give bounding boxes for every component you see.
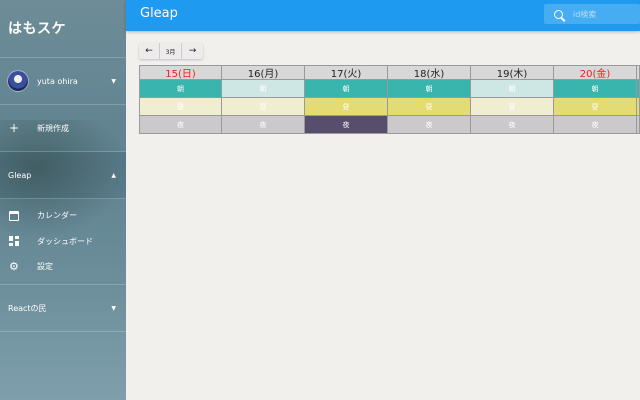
page-title: Gleap: [140, 6, 178, 21]
day-header: 15(日): [139, 65, 222, 80]
new-item-label: 新規作成: [37, 123, 69, 133]
search-input[interactable]: [573, 9, 633, 19]
chevron-down-icon: ▼: [111, 77, 116, 85]
shift-row: 昼昼昼昼昼昼: [139, 98, 640, 116]
sidebar-section-gleap[interactable]: Gleap ▲: [0, 152, 126, 199]
search-icon: [554, 9, 563, 19]
sidebar-item-label: カレンダー: [37, 211, 77, 221]
calendar-header-row: 15(日) 16(月) 17(火) 18(水) 19(木) 20(金): [139, 65, 640, 80]
app-brand[interactable]: はもスケ: [0, 0, 126, 58]
section-label: Reactの民: [8, 303, 47, 313]
sidebar-item-label: ダッシュボード: [37, 236, 93, 246]
gear-icon: ⚙: [9, 259, 19, 273]
calendar-icon: [9, 210, 19, 221]
shift-cell[interactable]: 昼: [471, 98, 554, 116]
shift-cell[interactable]: 昼: [388, 98, 471, 116]
avatar: [7, 70, 29, 92]
dashboard-icon: [9, 236, 19, 247]
shift-cell[interactable]: 昼: [139, 98, 222, 116]
shift-cell[interactable]: 夜: [222, 116, 305, 134]
sidebar: はもスケ yuta ohira ▼ + 新規作成 Gleap ▲ カレンダー ダ…: [0, 0, 126, 400]
shift-cell[interactable]: 朝: [388, 80, 471, 98]
shift-cell[interactable]: 朝: [139, 80, 222, 98]
chevron-down-icon: ▼: [111, 304, 116, 312]
user-name: yuta ohira: [37, 76, 78, 86]
sidebar-menu: カレンダー ダッシュボード ⚙ 設定: [0, 199, 126, 285]
shift-cell[interactable]: 昼: [305, 98, 388, 116]
sidebar-item-label: 設定: [37, 262, 53, 272]
chevron-up-icon: ▲: [111, 171, 116, 179]
sidebar-item-calendar[interactable]: カレンダー: [0, 203, 126, 229]
shift-row: 朝朝朝朝朝朝: [139, 80, 640, 98]
app-bar: Gleap: [126, 0, 640, 31]
day-header: 19(木): [471, 65, 554, 80]
shift-cell[interactable]: 昼: [554, 98, 637, 116]
day-header: 20(金): [554, 65, 637, 80]
sidebar-item-settings[interactable]: ⚙ 設定: [0, 254, 126, 280]
prev-month-button[interactable]: ←: [139, 43, 160, 59]
shift-row: 夜夜夜夜夜夜: [139, 116, 640, 134]
shift-cell[interactable]: 朝: [471, 80, 554, 98]
shift-calendar: 15(日) 16(月) 17(火) 18(水) 19(木) 20(金) 朝朝朝朝朝朝昼昼昼昼…: [139, 65, 640, 134]
shift-cell[interactable]: 朝: [305, 80, 388, 98]
shift-cell[interactable]: 朝: [554, 80, 637, 98]
sidebar-section-react[interactable]: Reactの民 ▼: [0, 285, 126, 332]
next-month-button[interactable]: →: [182, 43, 203, 59]
current-month[interactable]: 3月: [160, 43, 182, 59]
day-header: 16(月): [222, 65, 305, 80]
section-label: Gleap: [8, 170, 32, 180]
search-box[interactable]: [544, 4, 640, 24]
shift-cell[interactable]: 夜: [305, 116, 388, 134]
shift-cell[interactable]: 夜: [388, 116, 471, 134]
shift-cell[interactable]: 夜: [139, 116, 222, 134]
shift-cell[interactable]: 朝: [222, 80, 305, 98]
plus-icon: +: [9, 121, 20, 135]
day-header: 18(水): [388, 65, 471, 80]
shift-cell[interactable]: 夜: [471, 116, 554, 134]
shift-cell[interactable]: 昼: [222, 98, 305, 116]
new-item-button[interactable]: + 新規作成: [0, 105, 126, 152]
month-navigator: ← 3月 →: [139, 43, 203, 59]
day-header: 17(火): [305, 65, 388, 80]
user-menu[interactable]: yuta ohira ▼: [0, 58, 126, 105]
shift-cell[interactable]: 夜: [554, 116, 637, 134]
sidebar-item-dashboard[interactable]: ダッシュボード: [0, 229, 126, 255]
